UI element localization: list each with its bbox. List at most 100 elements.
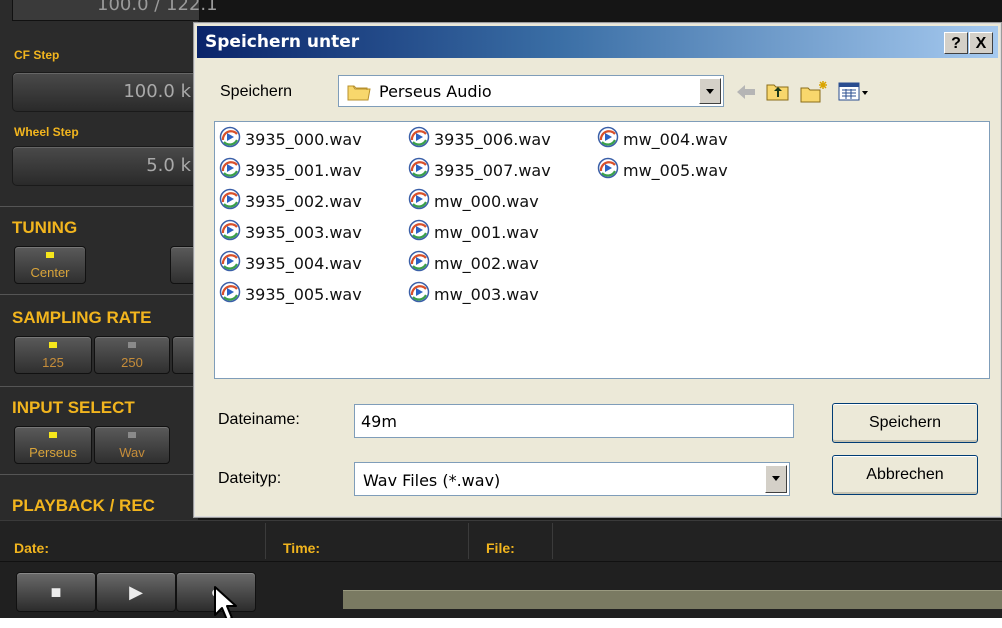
file-name: 3935_004.wav bbox=[245, 253, 362, 273]
time-label: Time: bbox=[283, 540, 321, 556]
led-indicator bbox=[128, 342, 136, 348]
mouse-cursor-icon bbox=[214, 586, 237, 618]
stop-button[interactable]: ■ bbox=[16, 572, 96, 612]
audio-file-icon bbox=[597, 126, 619, 152]
cf-step-display[interactable]: 100.0 k bbox=[12, 72, 200, 112]
file-name: 3935_001.wav bbox=[245, 160, 362, 180]
audio-file-icon bbox=[408, 250, 430, 276]
tuning-label: TUNING bbox=[12, 218, 78, 237]
audio-file-icon bbox=[219, 126, 241, 152]
file-name: 3935_006.wav bbox=[434, 129, 551, 149]
audio-file-icon bbox=[597, 157, 619, 183]
filetype-dropdown[interactable]: Wav Files (*.wav) bbox=[354, 462, 790, 496]
folder-icon bbox=[347, 85, 371, 101]
filetype-label: Dateityp: bbox=[218, 470, 282, 487]
date-label: Date: bbox=[14, 540, 50, 556]
help-button[interactable]: ? bbox=[944, 32, 968, 54]
file-list-item[interactable]: 3935_007.wav bbox=[408, 157, 551, 183]
file-list-item[interactable]: mw_002.wav bbox=[408, 250, 539, 276]
playback-progress-bar[interactable] bbox=[343, 590, 1002, 609]
audio-file-icon bbox=[219, 250, 241, 276]
tuning-center-button[interactable]: Center bbox=[14, 246, 86, 284]
file-name: mw_004.wav bbox=[623, 129, 728, 149]
cf-step-label: CF Step bbox=[14, 48, 60, 62]
file-list-item[interactable]: mw_003.wav bbox=[408, 281, 539, 307]
left-control-panel: 100.0 / 122.1 CF Step 100.0 k Wheel Step… bbox=[0, 0, 244, 520]
file-list-item[interactable]: mw_005.wav bbox=[597, 157, 728, 183]
dialog-title: Speichern unter bbox=[205, 32, 360, 52]
audio-file-icon bbox=[219, 157, 241, 183]
frequency-value: 100.0 / 122.1 bbox=[97, 0, 218, 15]
input-select-label: INPUT SELECT bbox=[12, 398, 135, 417]
save-in-dropdown[interactable]: Perseus Audio bbox=[338, 75, 724, 107]
up-folder-icon[interactable] bbox=[766, 80, 792, 104]
cf-step-value: 100.0 k bbox=[123, 81, 191, 102]
new-folder-icon[interactable] bbox=[800, 80, 830, 106]
file-name: mw_005.wav bbox=[623, 160, 728, 180]
divider bbox=[468, 523, 469, 559]
led-indicator bbox=[46, 252, 54, 258]
divider bbox=[265, 523, 266, 559]
dropdown-arrow-icon[interactable] bbox=[765, 465, 787, 493]
playback-rec-label: PLAYBACK / REC bbox=[12, 496, 155, 515]
back-arrow-icon[interactable] bbox=[734, 80, 758, 104]
wheel-step-value: 5.0 k bbox=[146, 155, 191, 176]
file-list[interactable]: 3935_000.wav 3935_001.wav 3935_002.wav 3935… bbox=[214, 121, 990, 379]
file-list-item[interactable]: 3935_002.wav bbox=[219, 188, 362, 214]
audio-file-icon bbox=[219, 219, 241, 245]
divider bbox=[0, 206, 198, 207]
led-indicator bbox=[49, 432, 57, 438]
save-in-label: Speichern bbox=[220, 83, 293, 100]
led-indicator bbox=[128, 432, 136, 438]
input-perseus-label: Perseus bbox=[29, 445, 77, 460]
divider bbox=[0, 386, 198, 387]
file-list-item[interactable]: mw_000.wav bbox=[408, 188, 539, 214]
file-list-item[interactable]: 3935_000.wav bbox=[219, 126, 362, 152]
file-list-item[interactable]: mw_001.wav bbox=[408, 219, 539, 245]
divider bbox=[0, 474, 198, 475]
sampling-125-button[interactable]: 125 bbox=[14, 336, 92, 374]
audio-file-icon bbox=[408, 126, 430, 152]
filetype-value: Wav Files (*.wav) bbox=[363, 471, 501, 490]
audio-file-icon bbox=[219, 188, 241, 214]
audio-file-icon bbox=[408, 219, 430, 245]
filename-input[interactable] bbox=[354, 404, 794, 438]
dropdown-arrow-icon[interactable] bbox=[699, 78, 721, 104]
file-name: 3935_000.wav bbox=[245, 129, 362, 149]
save-button[interactable]: Speichern bbox=[832, 403, 978, 443]
tuning-center-label: Center bbox=[30, 265, 70, 280]
wheel-step-label: Wheel Step bbox=[14, 125, 79, 139]
input-perseus-button[interactable]: Perseus bbox=[14, 426, 92, 464]
close-button[interactable]: X bbox=[969, 32, 993, 54]
file-list-item[interactable]: mw_004.wav bbox=[597, 126, 728, 152]
file-name: mw_003.wav bbox=[434, 284, 539, 304]
sampling-125-label: 125 bbox=[42, 355, 64, 370]
input-wav-button[interactable]: Wav bbox=[94, 426, 170, 464]
save-in-value: Perseus Audio bbox=[379, 82, 492, 101]
audio-file-icon bbox=[408, 281, 430, 307]
file-name: mw_000.wav bbox=[434, 191, 539, 211]
input-wav-label: Wav bbox=[119, 445, 145, 460]
file-list-item[interactable]: 3935_003.wav bbox=[219, 219, 362, 245]
view-menu-icon[interactable] bbox=[838, 80, 872, 104]
file-name: mw_001.wav bbox=[434, 222, 539, 242]
audio-file-icon bbox=[408, 157, 430, 183]
file-name: 3935_003.wav bbox=[245, 222, 362, 242]
file-list-item[interactable]: 3935_006.wav bbox=[408, 126, 551, 152]
play-button[interactable]: ▶ bbox=[96, 572, 176, 612]
file-list-item[interactable]: 3935_001.wav bbox=[219, 157, 362, 183]
stop-icon: ■ bbox=[50, 582, 62, 602]
audio-file-icon bbox=[408, 188, 430, 214]
sampling-rate-label: SAMPLING RATE bbox=[12, 308, 152, 327]
divider bbox=[552, 523, 553, 559]
cancel-button[interactable]: Abbrechen bbox=[832, 455, 978, 495]
file-list-item[interactable]: 3935_004.wav bbox=[219, 250, 362, 276]
wheel-step-display[interactable]: 5.0 k bbox=[12, 146, 200, 186]
filename-label: Dateiname: bbox=[218, 411, 300, 428]
sampling-250-button[interactable]: 250 bbox=[94, 336, 170, 374]
file-name: 3935_007.wav bbox=[434, 160, 551, 180]
dialog-titlebar[interactable]: Speichern unter ? X bbox=[197, 26, 998, 58]
divider bbox=[0, 294, 198, 295]
play-icon: ▶ bbox=[129, 582, 143, 602]
file-list-item[interactable]: 3935_005.wav bbox=[219, 281, 362, 305]
